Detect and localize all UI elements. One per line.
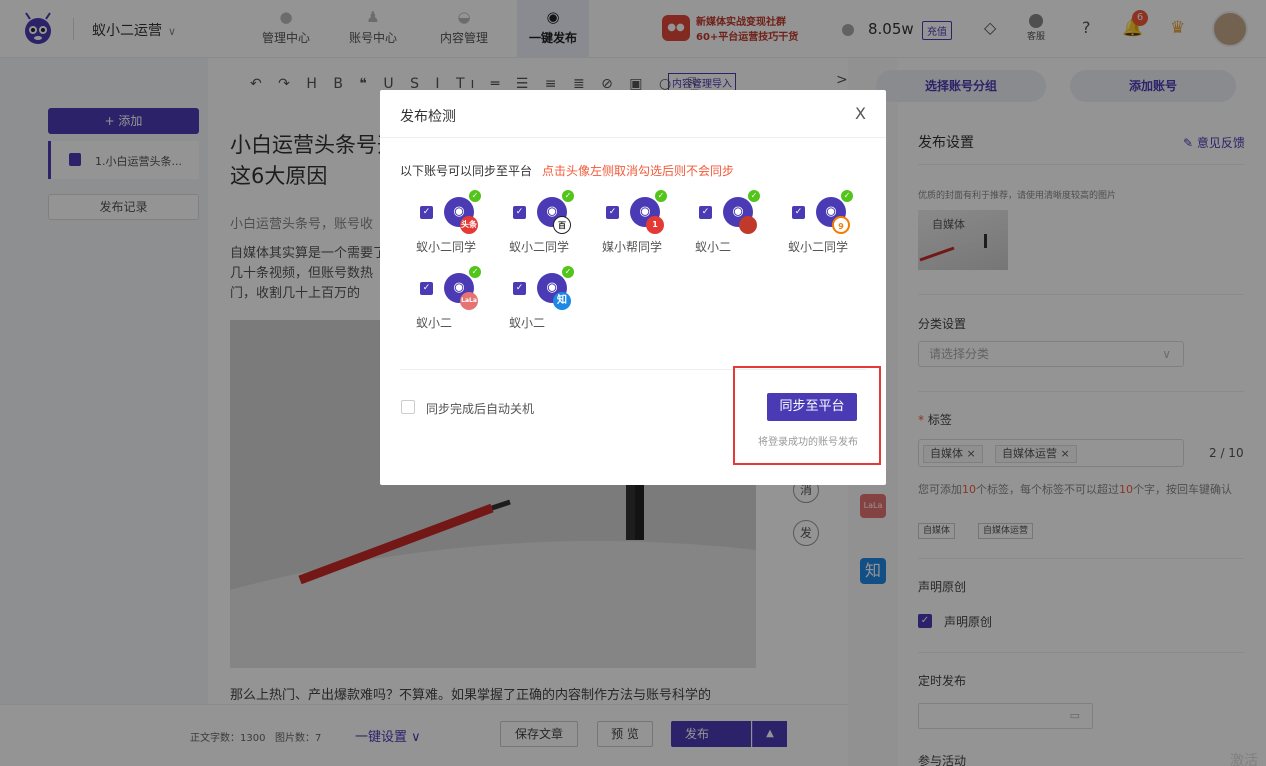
close-icon[interactable]: X <box>855 104 866 123</box>
account-checkbox[interactable]: ✓ <box>420 282 433 295</box>
account-card[interactable]: ✓ ◉ ✓ 头条 蚁小二同学 <box>416 190 496 260</box>
check-icon: ✓ <box>655 190 667 202</box>
weibo-platform-icon <box>739 216 757 234</box>
account-card[interactable]: ✓ ◉ ✓ 百蚁小二同学 <box>509 190 589 260</box>
account-checkbox[interactable]: ✓ <box>606 206 619 219</box>
zhihu-platform-icon: 知 <box>553 292 571 310</box>
check-icon: ✓ <box>748 190 760 202</box>
toutiao-platform-icon: 头条 <box>460 216 478 234</box>
account-name: 蚁小二同学 <box>788 240 849 254</box>
info-text: 以下账号可以同步至平台 <box>400 164 533 178</box>
baijia-platform-icon: 百 <box>553 216 571 234</box>
account-name: 蚁小二同学 <box>509 240 570 254</box>
account-name: 蚁小二同学 <box>416 240 477 254</box>
dialog-info: 以下账号可以同步至平台 点击头像左侧取消勾选后则不会同步 <box>400 162 734 179</box>
account-checkbox[interactable]: ✓ <box>792 206 805 219</box>
check-icon: ✓ <box>841 190 853 202</box>
check-icon: ✓ <box>469 190 481 202</box>
sohu-platform-icon: 9 <box>832 216 850 234</box>
check-icon: ✓ <box>562 266 574 278</box>
account-name: 媒小帮同学 <box>602 240 663 254</box>
account-checkbox[interactable]: ✓ <box>513 206 526 219</box>
auto-shutdown-label: 同步完成后自动关机 <box>426 402 535 416</box>
account-name: 蚁小二 <box>416 316 453 330</box>
account-card[interactable]: ✓ ◉ ✓ 蚁小二 <box>695 190 775 260</box>
account-checkbox[interactable]: ✓ <box>513 282 526 295</box>
account-name: 蚁小二 <box>695 240 732 254</box>
sync-hint: 将登录成功的账号发布 <box>758 437 858 448</box>
account-card[interactable]: ✓ ◉ ✓ LaLa 蚁小二 <box>416 266 496 336</box>
lala-platform-icon: LaLa <box>460 292 478 310</box>
account-checkbox[interactable]: ✓ <box>420 206 433 219</box>
auto-shutdown-checkbox[interactable] <box>401 400 415 414</box>
account-card[interactable]: ✓ ◉ ✓ 1 媒小帮同学 <box>602 190 682 260</box>
dialog-divider <box>380 137 886 138</box>
account-name: 蚁小二 <box>509 316 546 330</box>
account-checkbox[interactable]: ✓ <box>699 206 712 219</box>
check-icon: ✓ <box>469 266 481 278</box>
account-card[interactable]: ✓ ◉ ✓ 知蚁小二 <box>509 266 589 336</box>
sync-to-platform-button[interactable]: 同步至平台 <box>767 393 857 421</box>
check-icon: ✓ <box>562 190 574 202</box>
yidian-platform-icon: 1 <box>646 216 664 234</box>
dialog-title: 发布检测 <box>400 109 456 125</box>
warning-text: 点击头像左侧取消勾选后则不会同步 <box>542 164 735 178</box>
account-card[interactable]: ✓ ◉ ✓ 9 蚁小二同学 <box>788 190 868 260</box>
